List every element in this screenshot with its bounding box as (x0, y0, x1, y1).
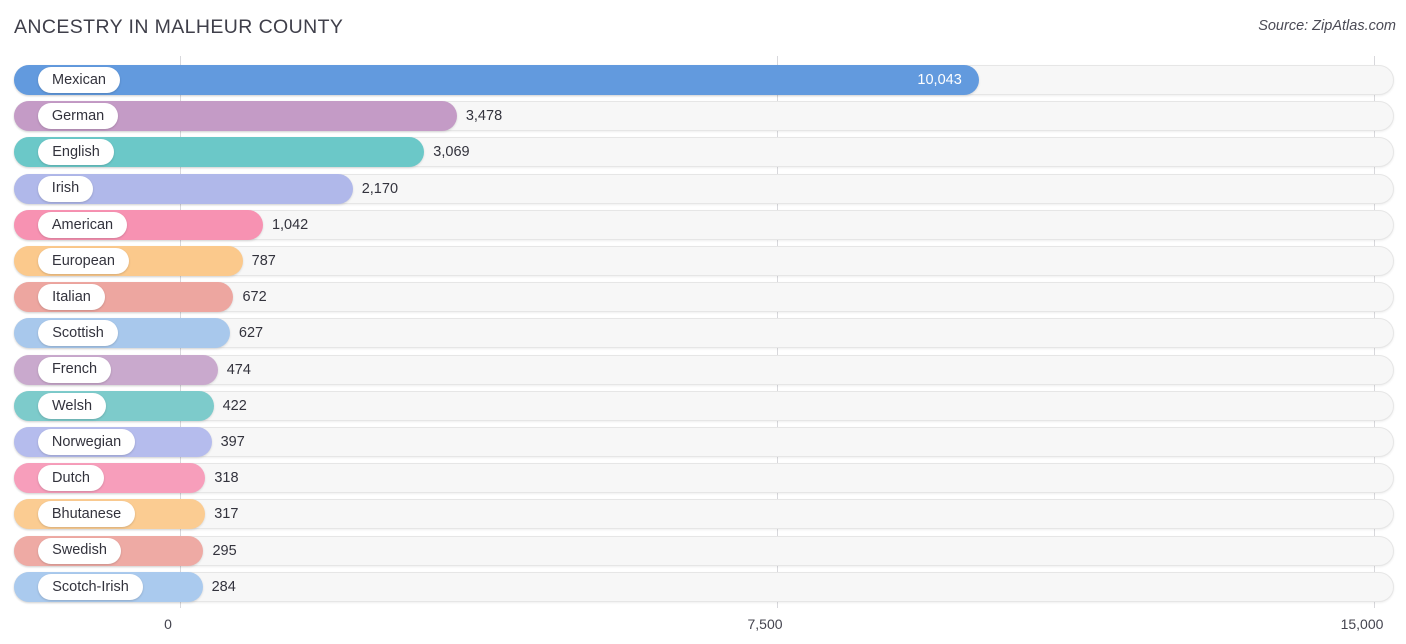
category-label: Scottish (52, 325, 104, 342)
category-label: Welsh (51, 397, 93, 414)
table-row[interactable]: Scotch-Irish 284 (14, 571, 1394, 602)
table-row[interactable]: Scottish 627 (14, 318, 1394, 349)
bar-value-label: 422 (222, 397, 247, 414)
bar-track (14, 390, 1394, 421)
table-row[interactable]: American 1,042 (14, 209, 1394, 240)
bar-value-label: 1,042 (271, 216, 309, 233)
table-row[interactable]: French 474 (14, 354, 1394, 385)
chart-plot-area: Mexican 10,043 German 3,478 English 3,069 Iris… (0, 56, 1406, 608)
category-label-pill: Scottish (38, 320, 118, 347)
bar-value-label: 318 (214, 470, 239, 487)
category-label-pill: French (38, 356, 111, 383)
bar-value-label: 295 (212, 542, 237, 559)
category-label-pill: Italian (38, 284, 105, 311)
table-row[interactable]: European 787 (14, 246, 1394, 276)
category-label: Norwegian (51, 433, 122, 450)
category-label-pill: Norwegian (38, 429, 135, 455)
category-label-pill: German (38, 103, 118, 130)
category-label-pill: Bhutanese (38, 501, 135, 528)
bar-value-label: 787 (251, 253, 276, 269)
table-row[interactable]: Norwegian 397 (14, 427, 1394, 457)
bar-value-label: 284 (211, 578, 236, 595)
page-title: ANCESTRY IN MALHEUR COUNTY (14, 16, 344, 38)
table-row[interactable]: Italian 672 (14, 282, 1394, 313)
table-row[interactable]: Welsh 422 (14, 390, 1394, 421)
bar-value-label: 10,043 (917, 72, 962, 88)
category-label: Bhutanese (51, 506, 122, 523)
table-row[interactable]: English 3,069 (14, 137, 1394, 168)
x-tick-label: 7,500 (747, 616, 783, 632)
category-label: Irish (51, 180, 80, 197)
category-label-pill: Mexican (38, 67, 120, 93)
bar-mexican[interactable] (14, 65, 980, 95)
x-tick-label: 15,000 (1340, 616, 1384, 632)
table-row[interactable]: Dutch 318 (14, 463, 1394, 494)
bar-value-label: 474 (226, 361, 251, 378)
bar-value-label: 397 (220, 434, 245, 450)
category-label: European (52, 252, 115, 269)
table-row[interactable]: Bhutanese 317 (14, 499, 1394, 530)
category-label: English (52, 144, 100, 161)
bar-track (14, 354, 1394, 385)
category-label: Mexican (52, 71, 106, 88)
category-label: Dutch (52, 469, 90, 486)
bar-value-label: 2,170 (361, 180, 399, 197)
bar-value-label: 672 (242, 289, 267, 306)
bar-rows: Mexican 10,043 German 3,478 English 3,069 Iris… (0, 56, 1406, 608)
category-label: Swedish (52, 542, 107, 559)
bar-value-label: 317 (214, 506, 239, 523)
x-axis: 0 7,500 15,000 (0, 608, 1406, 644)
category-label-pill: Welsh (38, 392, 106, 419)
bar-value-label: 3,478 (465, 108, 503, 125)
table-row[interactable]: German 3,478 (14, 101, 1394, 132)
category-label-pill: Dutch (38, 465, 104, 492)
category-label-pill: European (38, 248, 129, 274)
category-label: Italian (52, 288, 91, 305)
source-attribution: Source: ZipAtlas.com (1258, 18, 1396, 34)
table-row[interactable]: Irish 2,170 (14, 173, 1394, 204)
category-label: French (51, 361, 98, 378)
chart-header: ANCESTRY IN MALHEUR COUNTY Source: ZipAt… (0, 0, 1406, 56)
bar-value-label: 627 (238, 325, 264, 342)
category-label-pill: English (38, 139, 114, 166)
table-row[interactable]: Swedish 295 (14, 535, 1394, 566)
category-label: Scotch-Irish (52, 578, 129, 595)
category-label: German (51, 107, 105, 124)
x-tick-label: 0 (164, 616, 172, 632)
category-label-pill: Scotch-Irish (38, 573, 143, 600)
category-label: American (51, 216, 114, 233)
table-row[interactable]: Mexican 10,043 (14, 65, 1394, 95)
category-label-pill: Swedish (38, 537, 121, 564)
bar-value-label: 3,069 (433, 144, 470, 161)
category-label-pill: Irish (38, 175, 93, 202)
category-label-pill: American (38, 211, 127, 238)
